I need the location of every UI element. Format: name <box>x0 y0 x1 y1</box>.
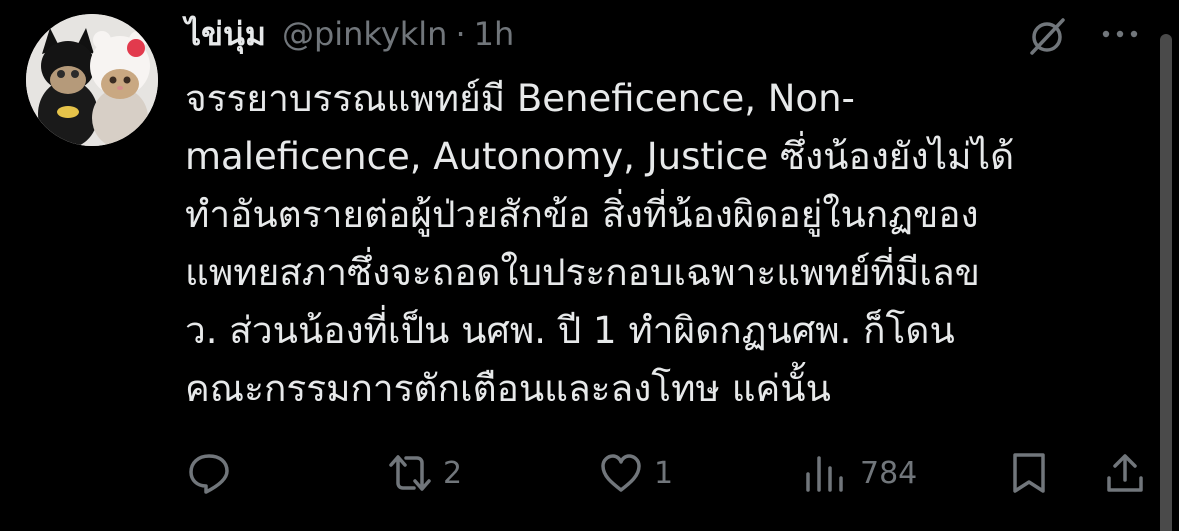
like-count: 1 <box>654 455 674 491</box>
tweet-text-line: ว. ส่วนน้องที่เป็น นศพ. ปี 1 ทำผิดกฏนศพ.… <box>185 309 955 352</box>
tweet-text-line: คณะกรรมการตักเตือนและลงโทษ แค่นั้น <box>185 367 831 410</box>
views-button[interactable]: 784 <box>802 450 917 496</box>
bookmark-button[interactable] <box>1008 450 1050 496</box>
tweet-text-line: ทำอันตรายต่อผู้ป่วยสักข้อ สิ่งที่น้องผิด… <box>185 193 979 236</box>
views-count: 784 <box>860 455 918 491</box>
grok-icon[interactable] <box>1026 16 1068 58</box>
reply-icon <box>189 454 229 494</box>
bookmark-icon <box>1013 453 1045 493</box>
share-button[interactable] <box>1104 450 1146 496</box>
tweet[interactable]: ไข่นุ่ม @pinkykln · 1h จรรยาบรรณแพทย์มี … <box>0 0 1179 531</box>
avatar-image <box>26 14 158 146</box>
timestamp[interactable]: 1h <box>474 15 515 53</box>
like-button[interactable]: 1 <box>598 450 673 496</box>
tweet-header: ไข่นุ่ม @pinkykln · 1h <box>185 10 514 58</box>
scrollbar[interactable] <box>1160 34 1172 531</box>
tweet-text-line: จรรยาบรรณแพทย์มี Beneficence, Non- <box>185 77 855 120</box>
action-bar: 2 1 784 <box>0 440 1179 510</box>
display-name[interactable]: ไข่นุ่ม <box>185 9 266 60</box>
user-handle[interactable]: @pinkykln <box>282 15 448 53</box>
share-icon <box>1107 454 1143 492</box>
tweet-text-line: แพทยสภาซึ่งจะถอดใบประกอบเฉพาะแพทย์ที่มีเ… <box>185 251 980 294</box>
reply-button[interactable] <box>186 450 232 496</box>
retweet-count: 2 <box>443 455 463 491</box>
views-icon <box>806 456 843 492</box>
avatar[interactable] <box>26 14 158 146</box>
heart-icon <box>601 454 641 492</box>
separator-dot: · <box>455 15 466 53</box>
tweet-text-line: maleficence, Autonomy, Justice ซึ่งน้องย… <box>185 135 1015 178</box>
retweet-button[interactable]: 2 <box>387 450 462 496</box>
tweet-text: จรรยาบรรณแพทย์มี Beneficence, Non- malef… <box>185 70 1135 418</box>
more-icon[interactable] <box>1100 22 1140 46</box>
retweet-icon <box>389 455 431 491</box>
